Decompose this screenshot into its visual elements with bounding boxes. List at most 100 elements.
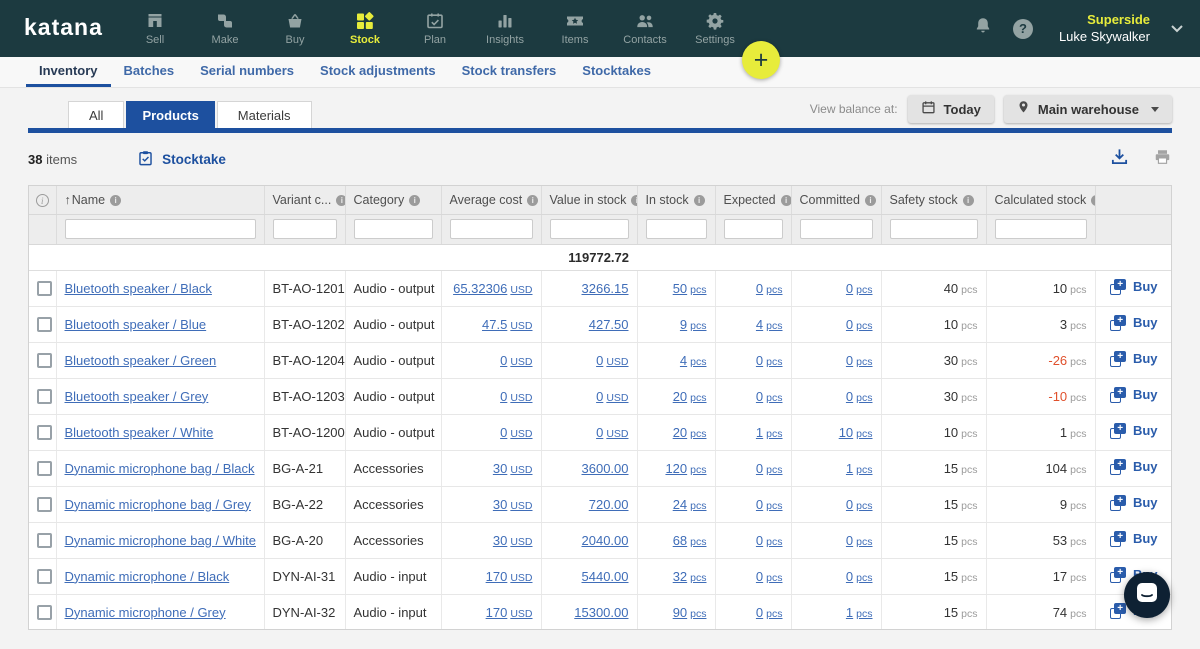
- average-cost-link[interactable]: 65.32306USD: [453, 281, 532, 296]
- product-name-link[interactable]: Dynamic microphone / Black: [65, 569, 230, 584]
- product-name-link[interactable]: Bluetooth speaker / Blue: [65, 317, 207, 332]
- nav-item-sell[interactable]: Sell: [120, 0, 190, 57]
- expected-link[interactable]: 0pcs: [756, 461, 783, 476]
- row-checkbox[interactable]: [37, 497, 52, 512]
- tab-materials[interactable]: Materials: [217, 101, 312, 128]
- committed-link[interactable]: 0pcs: [846, 569, 873, 584]
- buy-button[interactable]: +Buy: [1110, 423, 1158, 439]
- nav-item-plan[interactable]: Plan: [400, 0, 470, 57]
- committed-link[interactable]: 1pcs: [846, 605, 873, 620]
- row-checkbox[interactable]: [37, 425, 52, 440]
- row-checkbox[interactable]: [37, 353, 52, 368]
- column-header-in-stock[interactable]: In stocki: [637, 186, 715, 214]
- committed-link[interactable]: 0pcs: [846, 389, 873, 404]
- subnav-item-stock-transfers[interactable]: Stock transfers: [449, 57, 570, 87]
- chevron-down-icon[interactable]: [1170, 20, 1184, 38]
- product-name-link[interactable]: Bluetooth speaker / White: [65, 425, 214, 440]
- filter-input-expected[interactable]: [724, 219, 783, 239]
- buy-button[interactable]: +Buy: [1110, 387, 1158, 403]
- filter-input-name[interactable]: [65, 219, 256, 239]
- committed-link[interactable]: 0pcs: [846, 353, 873, 368]
- today-button[interactable]: Today: [908, 95, 994, 123]
- average-cost-link[interactable]: 170USD: [486, 569, 533, 584]
- subnav-item-batches[interactable]: Batches: [111, 57, 188, 87]
- subnav-item-inventory[interactable]: Inventory: [26, 57, 111, 87]
- average-cost-link[interactable]: 0USD: [500, 353, 532, 368]
- average-cost-link[interactable]: 30USD: [493, 497, 533, 512]
- download-icon[interactable]: [1110, 147, 1129, 171]
- filter-input-category[interactable]: [354, 219, 433, 239]
- print-icon[interactable]: [1153, 148, 1172, 171]
- subnav-item-stock-adjustments[interactable]: Stock adjustments: [307, 57, 449, 87]
- filter-input-variant-c[interactable]: [273, 219, 337, 239]
- committed-link[interactable]: 0pcs: [846, 497, 873, 512]
- filter-input-safety-stock[interactable]: [890, 219, 978, 239]
- expected-link[interactable]: 0pcs: [756, 353, 783, 368]
- product-name-link[interactable]: Dynamic microphone bag / Grey: [65, 497, 251, 512]
- warehouse-dropdown[interactable]: Main warehouse: [1004, 95, 1172, 123]
- column-header-average-cost[interactable]: Average costi: [441, 186, 541, 214]
- average-cost-link[interactable]: 170USD: [486, 605, 533, 620]
- tab-all[interactable]: All: [68, 101, 124, 128]
- committed-link[interactable]: 0pcs: [846, 281, 873, 296]
- buy-button[interactable]: +Buy: [1110, 531, 1158, 547]
- account-menu[interactable]: Superside Luke Skywalker: [1059, 12, 1150, 45]
- bell-icon[interactable]: [973, 16, 993, 41]
- in-stock-link[interactable]: 20pcs: [673, 389, 707, 404]
- help-icon[interactable]: ?: [1013, 19, 1033, 39]
- chat-launcher[interactable]: [1124, 572, 1170, 618]
- expected-link[interactable]: 0pcs: [756, 533, 783, 548]
- product-name-link[interactable]: Dynamic microphone / Grey: [65, 605, 226, 620]
- filter-input-average-cost[interactable]: [450, 219, 533, 239]
- expected-link[interactable]: 0pcs: [756, 569, 783, 584]
- expected-link[interactable]: 0pcs: [756, 281, 783, 296]
- column-header-name[interactable]: ↑Namei: [56, 186, 264, 214]
- in-stock-link[interactable]: 50pcs: [673, 281, 707, 296]
- value-in-stock-link[interactable]: 720.00: [589, 497, 629, 512]
- subnav-item-stocktakes[interactable]: Stocktakes: [569, 57, 664, 87]
- value-in-stock-link[interactable]: 2040.00: [582, 533, 629, 548]
- tab-products[interactable]: Products: [126, 101, 214, 128]
- average-cost-link[interactable]: 30USD: [493, 533, 533, 548]
- average-cost-link[interactable]: 30USD: [493, 461, 533, 476]
- column-header-variant-c[interactable]: Variant c...i: [264, 186, 345, 214]
- product-name-link[interactable]: Bluetooth speaker / Black: [65, 281, 212, 296]
- row-checkbox[interactable]: [37, 389, 52, 404]
- in-stock-link[interactable]: 24pcs: [673, 497, 707, 512]
- nav-item-buy[interactable]: Buy: [260, 0, 330, 57]
- row-checkbox[interactable]: [37, 569, 52, 584]
- column-header-calculated-stock[interactable]: Calculated stocki: [986, 186, 1095, 214]
- average-cost-link[interactable]: 0USD: [500, 389, 532, 404]
- column-header-category[interactable]: Categoryi: [345, 186, 441, 214]
- buy-button[interactable]: +Buy: [1110, 459, 1158, 475]
- create-new-button[interactable]: +: [742, 41, 780, 79]
- committed-link[interactable]: 1pcs: [846, 461, 873, 476]
- nav-item-settings[interactable]: Settings: [680, 0, 750, 57]
- in-stock-link[interactable]: 120pcs: [665, 461, 706, 476]
- nav-item-stock[interactable]: Stock: [330, 0, 400, 57]
- value-in-stock-link[interactable]: 15300.00: [574, 605, 628, 620]
- row-checkbox[interactable]: [37, 533, 52, 548]
- column-header-committed[interactable]: Committedi: [791, 186, 881, 214]
- expected-link[interactable]: 1pcs: [756, 425, 783, 440]
- filter-input-committed[interactable]: [800, 219, 873, 239]
- value-in-stock-link[interactable]: 5440.00: [582, 569, 629, 584]
- expected-link[interactable]: 0pcs: [756, 497, 783, 512]
- product-name-link[interactable]: Dynamic microphone bag / White: [65, 533, 256, 548]
- product-name-link[interactable]: Bluetooth speaker / Green: [65, 353, 217, 368]
- in-stock-link[interactable]: 32pcs: [673, 569, 707, 584]
- row-checkbox[interactable]: [37, 461, 52, 476]
- nav-item-contacts[interactable]: Contacts: [610, 0, 680, 57]
- buy-button[interactable]: +Buy: [1110, 279, 1158, 295]
- buy-button[interactable]: +Buy: [1110, 315, 1158, 331]
- expected-link[interactable]: 0pcs: [756, 389, 783, 404]
- nav-item-make[interactable]: Make: [190, 0, 260, 57]
- in-stock-link[interactable]: 20pcs: [673, 425, 707, 440]
- expected-link[interactable]: 4pcs: [756, 317, 783, 332]
- row-checkbox[interactable]: [37, 605, 52, 620]
- in-stock-link[interactable]: 90pcs: [673, 605, 707, 620]
- product-name-link[interactable]: Dynamic microphone bag / Black: [65, 461, 255, 476]
- committed-link[interactable]: 0pcs: [846, 533, 873, 548]
- value-in-stock-link[interactable]: 0USD: [596, 353, 628, 368]
- filter-input-value-in-stock[interactable]: [550, 219, 629, 239]
